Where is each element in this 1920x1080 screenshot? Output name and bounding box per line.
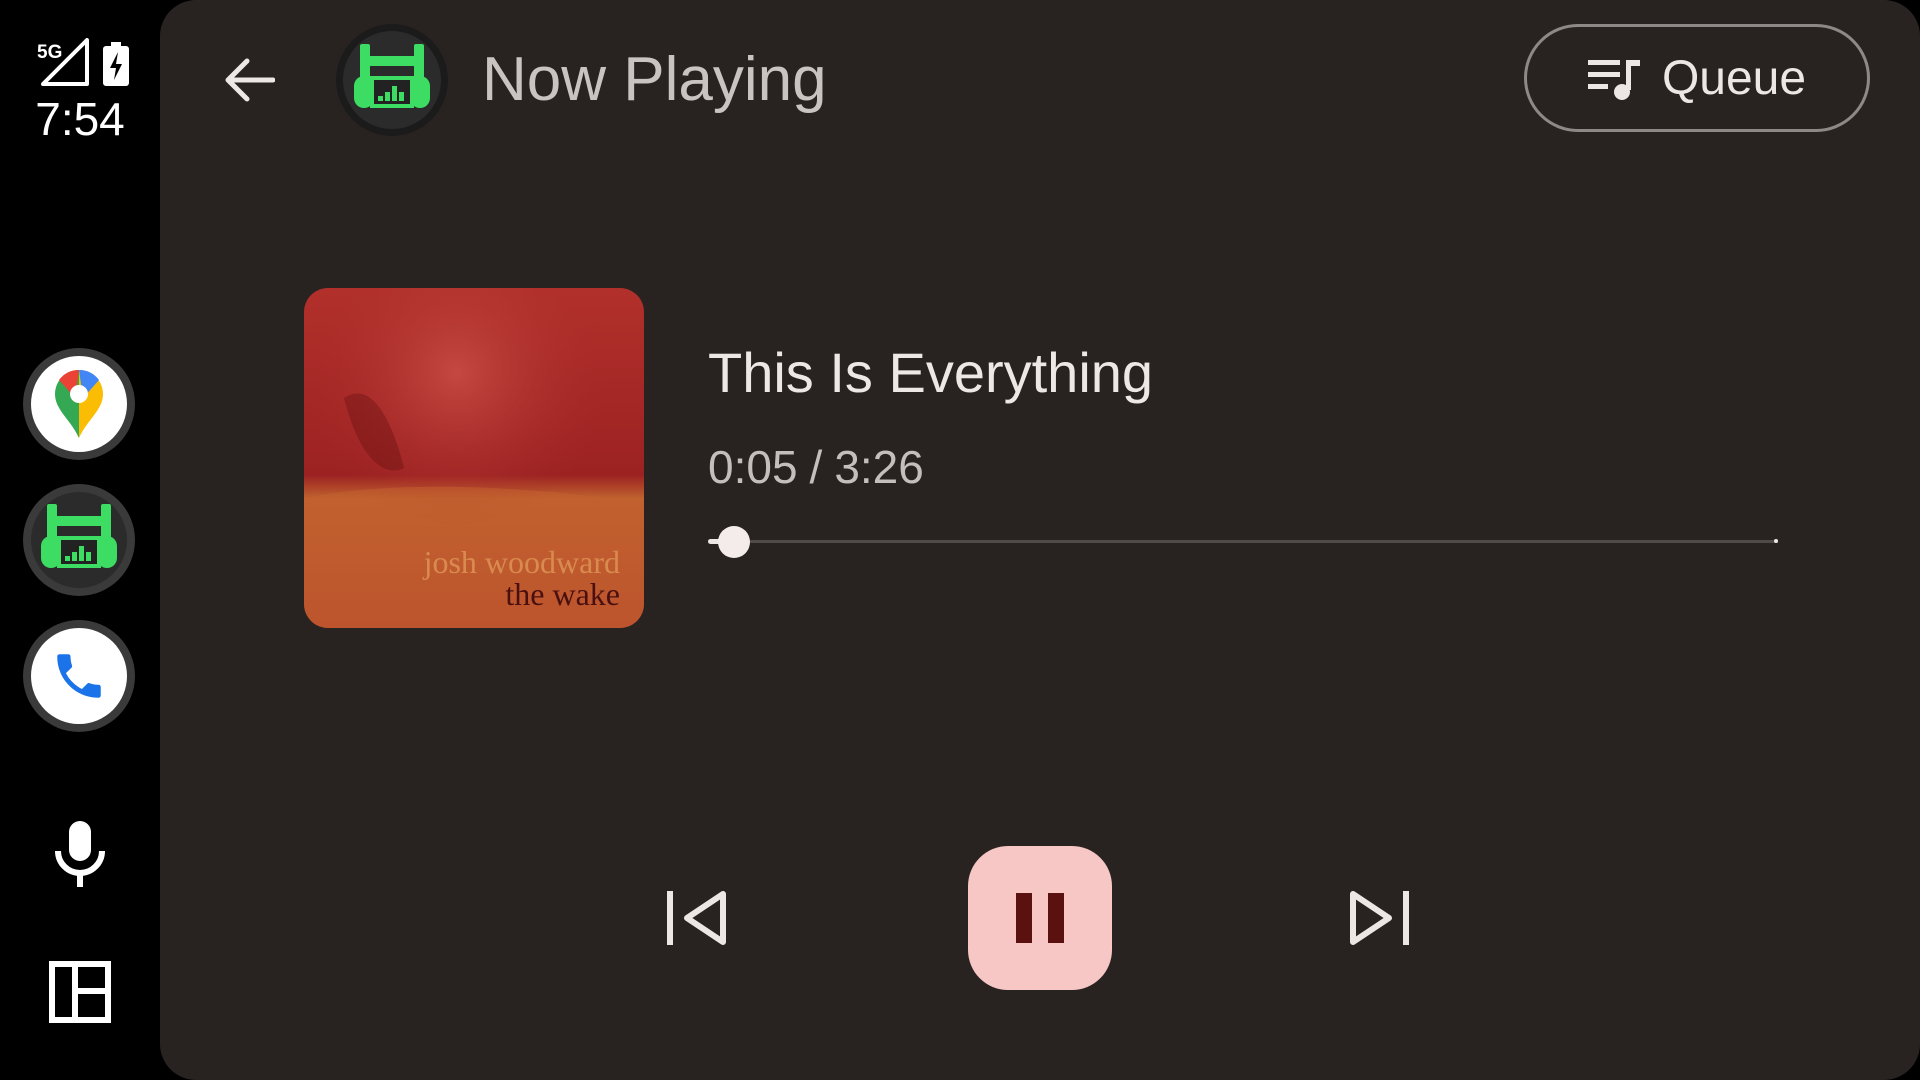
album-art: josh woodward the wake xyxy=(304,288,644,628)
seek-bar-track xyxy=(708,540,1778,543)
voice-assistant-button[interactable] xyxy=(40,814,120,894)
seek-bar-end xyxy=(1774,539,1778,543)
network-indicator: 5G xyxy=(31,38,89,86)
total-duration: 3:26 xyxy=(834,441,924,493)
album-cover-text: josh woodward the wake xyxy=(424,546,620,610)
status-bar: 5G 7:54 xyxy=(0,30,160,146)
media-app-logo xyxy=(336,24,448,136)
album-name-text: the wake xyxy=(505,576,620,612)
signal-icon xyxy=(41,38,89,86)
queue-music-icon xyxy=(1587,60,1640,100)
now-playing-panel: Now Playing Queue josh woodward the wake… xyxy=(160,0,1920,1080)
skip-next-icon xyxy=(1350,891,1409,945)
track-time: 0:05 / 3:26 xyxy=(708,440,924,494)
next-track-button[interactable] xyxy=(1308,846,1452,990)
play-pause-button[interactable] xyxy=(968,846,1112,990)
microphone-icon xyxy=(55,821,105,887)
battery-charging-icon xyxy=(103,42,129,86)
album-artist-text: josh woodward xyxy=(423,544,620,580)
back-arrow-icon xyxy=(225,58,275,102)
dashboard-button[interactable] xyxy=(40,952,120,1032)
maps-app-button[interactable] xyxy=(23,348,135,460)
seek-bar-thumb[interactable] xyxy=(717,526,750,558)
clock: 7:54 xyxy=(35,93,125,145)
track-title: This Is Everything xyxy=(708,341,1154,404)
media-app-icon xyxy=(354,44,430,108)
skip-previous-icon xyxy=(667,891,726,945)
queue-button[interactable]: Queue xyxy=(1524,24,1870,132)
maps-icon xyxy=(55,369,103,438)
pause-icon xyxy=(1016,893,1064,943)
elapsed-time: 0:05 xyxy=(708,441,798,493)
phone-app-button[interactable] xyxy=(23,620,135,732)
time-separator: / xyxy=(809,441,823,493)
dashboard-icon xyxy=(49,961,111,1023)
media-app-icon xyxy=(41,504,117,568)
phone-icon xyxy=(57,654,101,698)
page-title: Now Playing xyxy=(482,45,827,114)
previous-track-button[interactable] xyxy=(624,846,768,990)
back-button[interactable] xyxy=(210,40,290,120)
queue-label: Queue xyxy=(1661,51,1807,105)
app-rail: 5G 7:54 xyxy=(0,0,160,1080)
seek-bar[interactable] xyxy=(708,520,1778,564)
media-app-button[interactable] xyxy=(23,484,135,596)
